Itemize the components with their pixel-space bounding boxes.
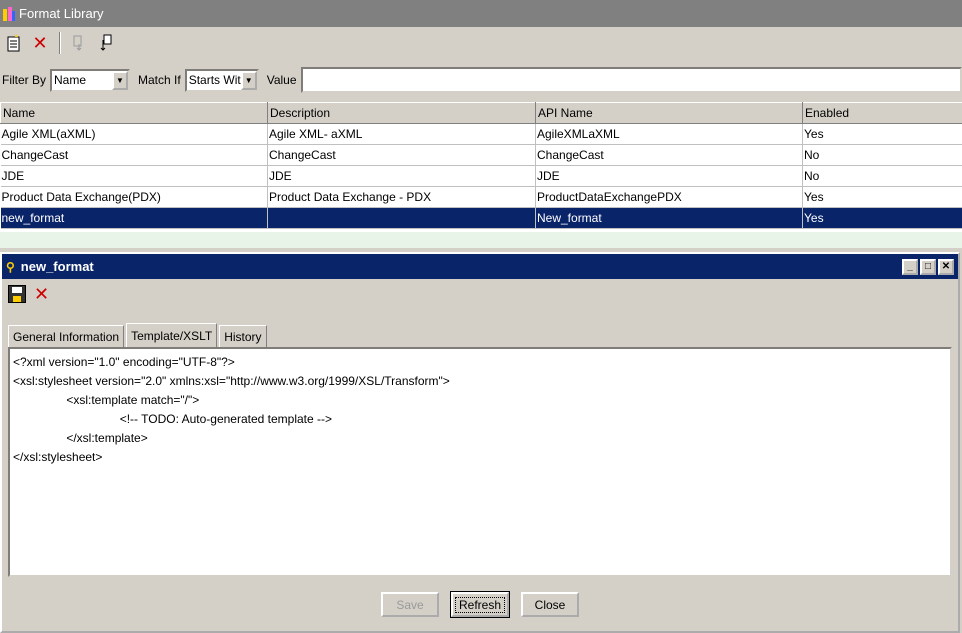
detail-title: new_format — [20, 259, 94, 274]
column-header-api-name[interactable]: API Name — [535, 102, 803, 124]
close-icon[interactable]: ✕ — [938, 258, 954, 275]
table-header-row: Name Description API Name Enabled — [0, 102, 962, 124]
format-table: Name Description API Name Enabled Agile … — [0, 102, 962, 232]
cell-name: JDE — [0, 165, 268, 187]
cell-api-name: AgileXMLaXML — [535, 123, 803, 145]
table-empty-area — [0, 232, 962, 248]
column-header-name[interactable]: Name — [0, 102, 268, 124]
cell-api-name: ChangeCast — [535, 144, 803, 166]
match-if-select[interactable]: Starts With ▼ — [184, 68, 259, 92]
value-input[interactable] — [300, 67, 962, 93]
format-library-icon — [2, 6, 16, 22]
cell-name: ChangeCast — [0, 144, 268, 166]
detail-title-bar: ⚲ new_format _ □ ✕ — [2, 254, 958, 279]
cell-enabled: No — [802, 165, 962, 187]
editor-line: <xsl:template match="/"> — [13, 393, 200, 407]
tab-template-xslt[interactable]: Template/XSLT — [126, 323, 218, 348]
export-icon[interactable] — [70, 32, 90, 54]
toolbar-separator — [59, 32, 61, 54]
window-controls: _ □ ✕ — [902, 258, 954, 275]
editor-line: <?xml version="1.0" encoding="UTF-8"?> — [13, 355, 235, 369]
cell-name: Agile XML(aXML) — [0, 123, 268, 145]
cell-api-name: New_format — [535, 207, 803, 229]
maximize-icon[interactable]: □ — [920, 258, 936, 275]
cell-name: new_format — [0, 207, 268, 229]
refresh-button[interactable]: Refresh — [450, 591, 510, 618]
match-if-value: Starts With — [188, 73, 248, 87]
cell-enabled: Yes — [802, 207, 962, 229]
tab-general-information[interactable]: General Information — [8, 325, 125, 347]
new-icon[interactable] — [4, 32, 24, 54]
save-button[interactable]: Save — [381, 592, 439, 617]
cell-api-name: ProductDataExchangePDX — [535, 186, 803, 208]
main-toolbar: ✕ — [0, 27, 962, 59]
editor-line: <!-- TODO: Auto-generated template --> — [13, 412, 333, 426]
detail-tabs: General Information Template/XSLT Histor… — [8, 322, 269, 348]
detail-toolbar: ✕ — [2, 279, 958, 309]
detail-window: ⚲ new_format _ □ ✕ ✕ General Information… — [0, 252, 960, 633]
cell-description — [267, 207, 536, 229]
cell-enabled: Yes — [802, 123, 962, 145]
editor-line: </xsl:template> — [13, 431, 148, 445]
filter-by-label: Filter By — [2, 73, 47, 87]
cell-description: Agile XML- aXML — [267, 123, 536, 145]
import-icon[interactable] — [96, 32, 116, 54]
delete-icon[interactable]: ✕ — [30, 32, 50, 54]
refresh-button-label: Refresh — [454, 596, 506, 613]
table-row-selected[interactable]: new_format New_format Yes — [0, 207, 962, 229]
cell-description: ChangeCast — [267, 144, 536, 166]
save-icon[interactable] — [8, 285, 26, 303]
close-button[interactable]: Close — [521, 592, 579, 617]
cell-api-name: JDE — [535, 165, 803, 187]
editor-line: <xsl:stylesheet version="2.0" xmlns:xsl=… — [13, 374, 450, 388]
filter-by-value: Name — [54, 73, 87, 87]
dialog-buttons: Save Refresh Close — [2, 591, 958, 622]
cell-enabled: No — [802, 144, 962, 166]
format-icon: ⚲ — [6, 259, 15, 274]
app-title: Format Library — [19, 6, 104, 21]
cell-description: Product Data Exchange - PDX — [267, 186, 536, 208]
cell-enabled: Yes — [802, 186, 962, 208]
table-row[interactable]: Product Data Exchange(PDX) Product Data … — [0, 186, 962, 208]
value-label: Value — [266, 73, 297, 87]
filter-bar: Filter By Name ▼ Match If Starts With ▼ … — [0, 64, 962, 96]
match-if-label: Match If — [138, 73, 181, 87]
cell-description: JDE — [267, 165, 536, 187]
chevron-down-icon[interactable]: ▼ — [112, 70, 129, 90]
table-row[interactable]: ChangeCast ChangeCast ChangeCast No — [0, 144, 962, 166]
chevron-down-icon[interactable]: ▼ — [240, 70, 257, 90]
editor-line: </xsl:stylesheet> — [13, 450, 103, 464]
column-header-enabled[interactable]: Enabled — [802, 102, 962, 124]
minimize-icon[interactable]: _ — [902, 258, 918, 275]
cell-name: Product Data Exchange(PDX) — [0, 186, 268, 208]
delete-icon[interactable]: ✕ — [34, 284, 49, 305]
xslt-editor[interactable]: <?xml version="1.0" encoding="UTF-8"?> <… — [8, 347, 952, 577]
tab-history[interactable]: History — [219, 325, 267, 347]
app-title-bar: Format Library — [0, 0, 962, 27]
filter-by-select[interactable]: Name ▼ — [50, 68, 131, 92]
table-row[interactable]: JDE JDE JDE No — [0, 165, 962, 187]
column-header-description[interactable]: Description — [267, 102, 536, 124]
table-row[interactable]: Agile XML(aXML) Agile XML- aXML AgileXML… — [0, 123, 962, 145]
